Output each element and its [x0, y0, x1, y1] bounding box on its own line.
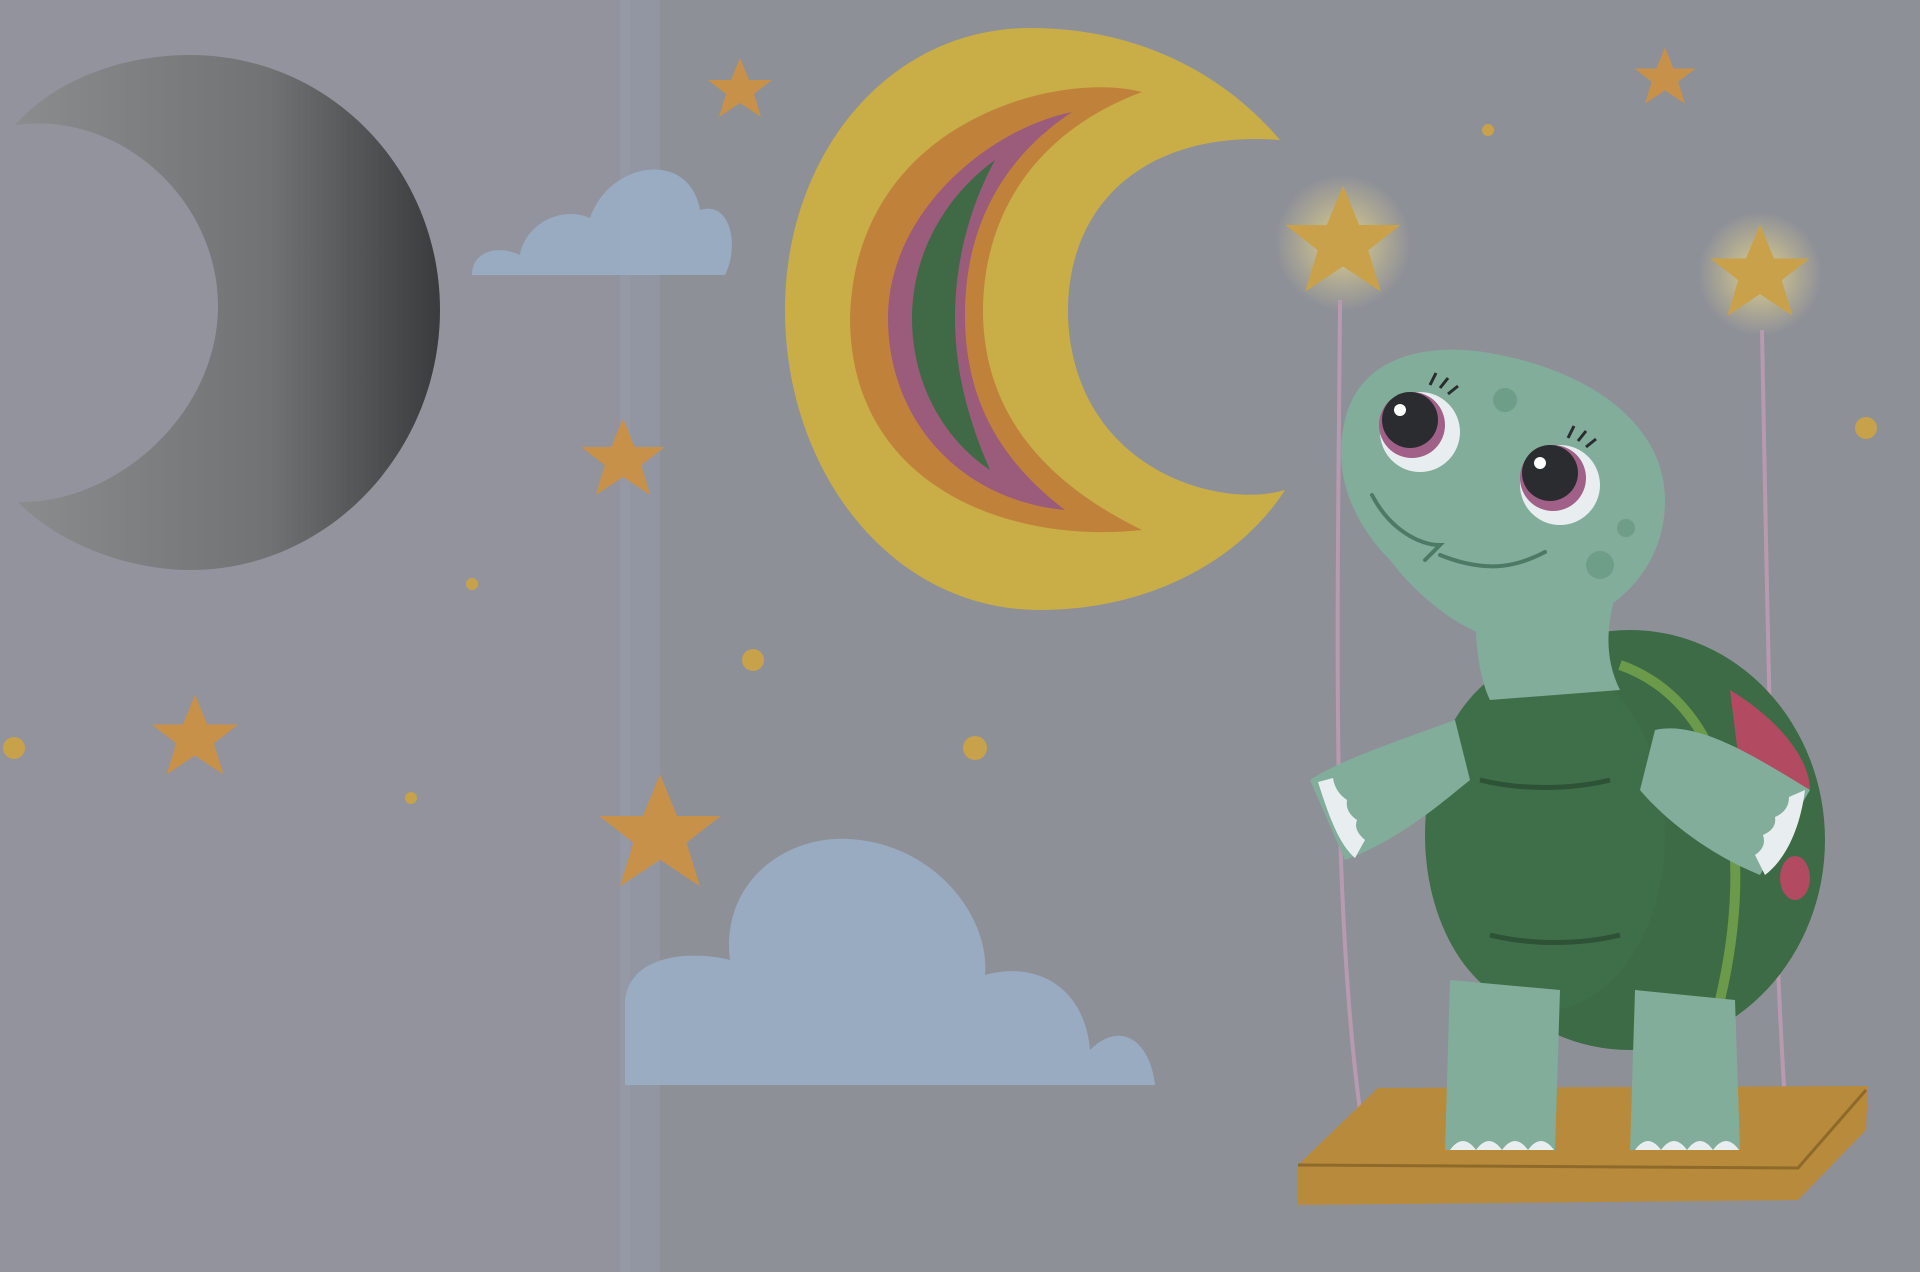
illustration	[0, 0, 1920, 1272]
book-page	[0, 0, 1920, 1272]
star-icon	[1275, 175, 1411, 311]
star-icon	[1698, 212, 1822, 336]
